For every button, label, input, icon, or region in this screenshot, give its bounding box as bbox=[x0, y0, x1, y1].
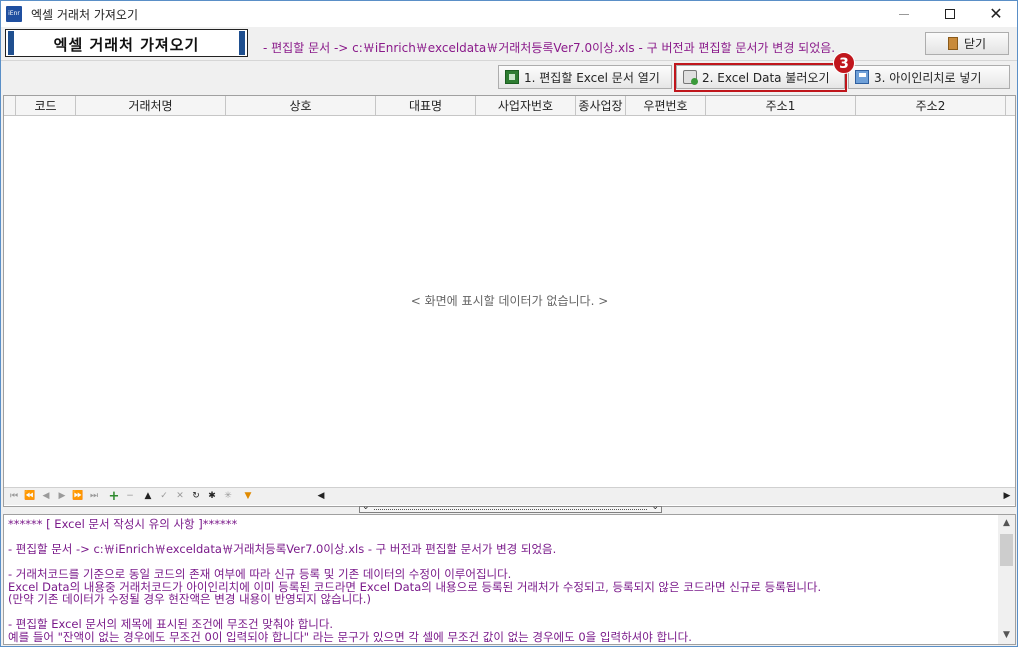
scroll-down-icon[interactable]: ▼ bbox=[998, 627, 1015, 644]
scroll-up-icon[interactable]: ▲ bbox=[998, 515, 1015, 532]
notes-panel: ****** [ Excel 문서 작성시 유의 사항 ]****** - 편집… bbox=[3, 514, 1016, 645]
close-icon: ✕ bbox=[989, 4, 1003, 23]
cancel-icon[interactable]: ✕ bbox=[174, 490, 186, 503]
page-title-box: 엑셀 거래처 가져오기 bbox=[5, 29, 248, 57]
delete-row-icon[interactable]: − bbox=[124, 490, 136, 503]
column-header-business-number[interactable]: 사업자번호 bbox=[476, 96, 576, 116]
notes-line: - 거래처코드를 기준으로 동일 코드의 존재 여부에 따라 신규 등록 및 기… bbox=[8, 567, 512, 581]
column-header-representative[interactable]: 대표명 bbox=[376, 96, 476, 116]
window-close-button[interactable]: ✕ bbox=[973, 1, 1018, 27]
notes-line: (만약 기존 데이터가 수정될 경우 현잔액은 변경 내용이 반영되지 않습니다… bbox=[8, 592, 371, 606]
open-excel-button[interactable]: 1. 편집할 Excel 문서 열기 bbox=[498, 65, 672, 89]
next-page-icon[interactable]: ⏩ bbox=[72, 490, 84, 503]
header-note: - 편집할 문서 -> c:￦iEnrich￦exceldata￦거래처등록Ve… bbox=[263, 41, 836, 55]
import-to-ienrich-label: 3. 아이인리치로 넣기 bbox=[874, 70, 982, 85]
window-title: 엑셀 거래처 가져오기 bbox=[31, 8, 138, 22]
notes-text: ****** [ Excel 문서 작성시 유의 사항 ]****** - 편집… bbox=[8, 518, 993, 643]
bookmark-icon[interactable]: ✱ bbox=[206, 490, 218, 503]
filter-icon[interactable]: ▼ bbox=[242, 490, 254, 503]
column-header-address2[interactable]: 주소2 bbox=[856, 96, 1006, 116]
add-row-icon[interactable]: + bbox=[108, 490, 120, 503]
prev-record-icon[interactable]: ◀ bbox=[40, 490, 52, 503]
minimize-icon bbox=[899, 13, 909, 15]
data-grid: 코드 거래처명 상호 대표명 사업자번호 종사업장 우편번호 주소1 주소2 <… bbox=[3, 95, 1016, 507]
open-excel-label: 1. 편집할 Excel 문서 열기 bbox=[524, 70, 660, 85]
column-header-code[interactable]: 코드 bbox=[16, 96, 76, 116]
edit-row-icon[interactable]: ▲ bbox=[142, 490, 154, 503]
grid-header-row: 코드 거래처명 상호 대표명 사업자번호 종사업장 우편번호 주소1 주소2 bbox=[4, 96, 1015, 116]
prev-page-icon[interactable]: ⏪ bbox=[24, 490, 36, 503]
empty-grid-message: < 화면에 표시할 데이터가 없습니다. > bbox=[410, 294, 609, 308]
scroll-right-icon[interactable]: ▶ bbox=[1000, 489, 1014, 504]
first-page-icon[interactable]: ⏮ bbox=[8, 490, 20, 503]
column-header-sub-business[interactable]: 종사업장 bbox=[576, 96, 626, 116]
notes-line: 예를 들어 "잔액이 없는 경우에도 무조건 0이 입력되야 합니다" 라는 문… bbox=[8, 629, 692, 644]
scroll-left-icon[interactable]: ◀ bbox=[314, 489, 328, 504]
notes-line: - 편집할 문서 -> c:￦iEnrich￦exceldata￦거래처등록Ve… bbox=[8, 542, 557, 556]
column-header-address1[interactable]: 주소1 bbox=[706, 96, 856, 116]
goto-bookmark-icon[interactable]: ✳ bbox=[222, 490, 234, 503]
door-icon bbox=[947, 37, 958, 50]
horizontal-scrollbar[interactable]: ◀ ▶ bbox=[314, 489, 1014, 504]
action-toolbar: 1. 편집할 Excel 문서 열기 2. Excel Data 불러오기 3.… bbox=[1, 62, 1017, 92]
collapse-down-icon-right[interactable]: ⌄ bbox=[651, 502, 659, 512]
notes-vertical-scrollbar[interactable]: ▲ ▼ bbox=[998, 515, 1015, 644]
notes-line: ****** [ Excel 문서 작성시 유의 사항 ]****** bbox=[8, 517, 238, 531]
maximize-button[interactable] bbox=[927, 1, 973, 27]
close-dialog-button[interactable]: 닫기 bbox=[925, 32, 1009, 55]
column-header-postal-code[interactable]: 우편번호 bbox=[626, 96, 706, 116]
excel-icon bbox=[505, 70, 519, 84]
splitter-grip bbox=[374, 509, 647, 510]
step-highlight-box bbox=[674, 63, 847, 92]
column-header-business-name[interactable]: 상호 bbox=[226, 96, 376, 116]
grid-navigator: ⏮ ⏪ ◀ ▶ ⏩ ⏭ + − ▲ ✓ ✕ ↻ ✱ ✳ ▼ ◀ ▶ bbox=[4, 487, 1015, 505]
maximize-icon bbox=[945, 9, 955, 19]
confirm-icon[interactable]: ✓ bbox=[158, 490, 170, 503]
column-header-customer-name[interactable]: 거래처명 bbox=[76, 96, 226, 116]
panel-splitter[interactable]: ⌄ ⌄ bbox=[359, 502, 662, 513]
row-indicator-header bbox=[4, 96, 16, 116]
minimize-button[interactable] bbox=[881, 1, 927, 27]
scroll-thumb[interactable] bbox=[1000, 534, 1013, 566]
app-icon: iEnr bbox=[6, 6, 22, 22]
step-badge: 3 bbox=[833, 52, 855, 74]
notes-line: - 편집할 Excel 문서의 제목에 표시된 조건에 무조건 맞춰야 합니다. bbox=[8, 617, 334, 631]
next-record-icon[interactable]: ▶ bbox=[56, 490, 68, 503]
header-band: 엑셀 거래처 가져오기 - 편집할 문서 -> c:￦iEnrich￦excel… bbox=[1, 27, 1017, 61]
last-page-icon[interactable]: ⏭ bbox=[88, 490, 100, 503]
title-bar: iEnr 엑셀 거래처 가져오기 ✕ bbox=[1, 1, 1017, 27]
save-icon bbox=[855, 70, 869, 84]
app-window: iEnr 엑셀 거래처 가져오기 ✕ 엑셀 거래처 가져오기 - 편집할 문서 … bbox=[0, 0, 1018, 647]
import-to-ienrich-button[interactable]: 3. 아이인리치로 넣기 bbox=[848, 65, 1010, 89]
refresh-icon[interactable]: ↻ bbox=[190, 490, 202, 503]
collapse-down-icon[interactable]: ⌄ bbox=[362, 502, 370, 512]
title-bar-right-decoration bbox=[239, 31, 245, 55]
close-dialog-label: 닫기 bbox=[963, 37, 987, 51]
page-title: 엑셀 거래처 가져오기 bbox=[53, 36, 200, 54]
